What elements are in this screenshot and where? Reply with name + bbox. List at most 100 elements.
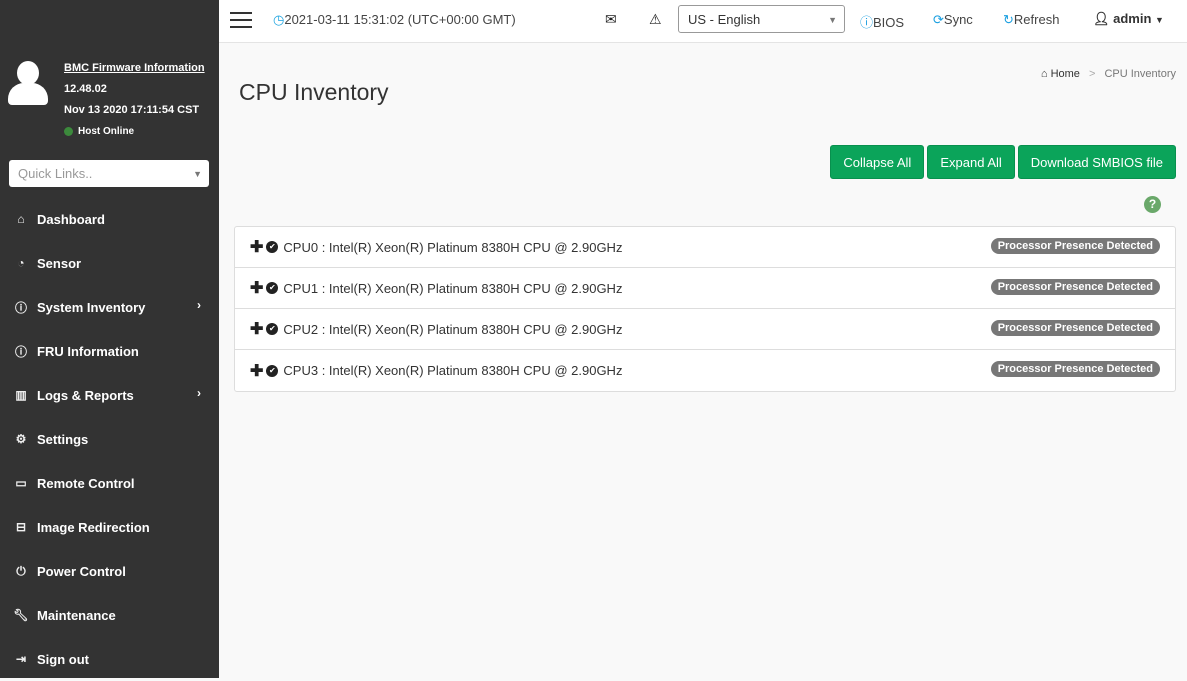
- status-badge: Processor Presence Detected: [990, 238, 1160, 254]
- sidebar-item-label: Sensor: [37, 255, 82, 271]
- breadcrumb-home-label: Home: [1050, 68, 1080, 80]
- status-badge: Processor Presence Detected: [990, 279, 1160, 295]
- cpu-label: CPU0 : Intel(R) Xeon(R) Platinum 8380H C…: [283, 239, 623, 255]
- status-badge: Processor Presence Detected: [990, 320, 1160, 336]
- sidebar-item-maintenance[interactable]: 🔧︎ Maintenance: [0, 593, 219, 637]
- user-avatar-icon: [8, 61, 48, 105]
- expand-plus-icon[interactable]: ✚: [250, 361, 263, 381]
- check-circle-icon: ✔: [266, 323, 279, 335]
- host-status-label: Host Online: [78, 126, 135, 137]
- host-status: Host Online: [64, 121, 205, 142]
- collapse-all-button[interactable]: Collapse All: [830, 145, 925, 179]
- cpu-list: ✚ ✔ CPU0 : Intel(R) Xeon(R) Platinum 8380H…: [234, 226, 1176, 392]
- expand-plus-icon[interactable]: ✚: [250, 278, 263, 298]
- cpu-row[interactable]: ✚ ✔ CPU0 : Intel(R) Xeon(R) Platinum 8380H…: [235, 227, 1175, 268]
- breadcrumb-separator: >: [1088, 68, 1096, 80]
- sidebar-item-label: Dashboard: [37, 211, 105, 227]
- bios-link[interactable]: ⓘBIOS: [860, 12, 904, 31]
- cpu-label: CPU3 : Intel(R) Xeon(R) Platinum 8380H C…: [283, 363, 623, 378]
- bar-chart-icon: ▥: [15, 388, 27, 402]
- sidebar-item-label: Power Control: [37, 563, 126, 579]
- breadcrumb-current: CPU Inventory: [1104, 68, 1176, 80]
- firmware-info-link[interactable]: BMC Firmware Information: [64, 62, 205, 74]
- refresh-link[interactable]: ↻Refresh: [1003, 12, 1059, 28]
- check-circle-icon: ✔: [266, 241, 279, 253]
- cpu-row[interactable]: ✚ ✔ CPU3 : Intel(R) Xeon(R) Platinum 8380H…: [235, 350, 1175, 391]
- firmware-version: 12.48.02: [64, 83, 107, 95]
- status-badge: Processor Presence Detected: [990, 361, 1160, 377]
- home-icon: ⌂: [1040, 68, 1051, 80]
- firmware-info: BMC Firmware Information 12.48.02 Nov 13…: [64, 58, 205, 142]
- sync-icon: ⟳: [933, 12, 944, 27]
- refresh-label: Refresh: [1013, 12, 1060, 27]
- sidebar-item-fru-information[interactable]: ⓘ FRU Information: [0, 329, 219, 373]
- sidebar-item-dashboard[interactable]: ⌂ Dashboard: [0, 197, 219, 241]
- sidebar-item-label: Logs & Reports: [37, 387, 134, 403]
- chevron-right-icon: ›: [197, 298, 201, 312]
- cpu-label: CPU1 : Intel(R) Xeon(R) Platinum 8380H C…: [283, 280, 623, 296]
- sidebar-item-system-inventory[interactable]: ⓘ System Inventory ›: [0, 285, 219, 329]
- user-name: admin: [1113, 11, 1152, 26]
- expand-all-button[interactable]: Expand All: [927, 145, 1015, 179]
- quick-links-placeholder: Quick Links..: [18, 166, 93, 181]
- language-select[interactable]: US - English ▼: [678, 5, 845, 33]
- sync-link[interactable]: ⟳Sync: [933, 12, 973, 28]
- user-menu[interactable]: 👤︎ admin ▼: [1093, 11, 1164, 27]
- warning-icon[interactable]: ⚠: [649, 11, 662, 28]
- cpu-label: CPU2 : Intel(R) Xeon(R) Platinum 8380H C…: [283, 321, 623, 337]
- page-title: CPU Inventory: [239, 79, 389, 105]
- check-circle-icon: ✔: [266, 364, 279, 377]
- clock-icon: ◷: [273, 12, 285, 27]
- power-icon: ⏻: [16, 563, 26, 578]
- home-icon: ⌂: [17, 212, 25, 226]
- quick-links-select[interactable]: Quick Links.. ▼: [9, 160, 209, 187]
- sidebar-item-label: System Inventory: [37, 299, 146, 315]
- sidebar-item-sign-out[interactable]: ⇥ Sign out: [0, 637, 219, 681]
- caret-down-icon: ▼: [193, 169, 202, 179]
- envelope-icon[interactable]: ✉: [605, 11, 617, 28]
- hamburger-menu-icon[interactable]: [230, 12, 252, 28]
- top-header: ◷2021-03-11 15:31:02 (UTC+00:00 GMT) ✉ ⚠…: [219, 0, 1187, 43]
- monitor-icon: ▭: [15, 476, 27, 490]
- sidebar-item-label: FRU Information: [37, 343, 139, 359]
- sidebar-item-sensor[interactable]: ◔ Sensor: [0, 241, 219, 285]
- info-icon: ⓘ: [14, 300, 27, 315]
- sign-out-icon: ⇥: [15, 652, 27, 666]
- sidebar: BMC Firmware Information 12.48.02 Nov 13…: [0, 0, 219, 678]
- language-value: US - English: [688, 12, 761, 27]
- datetime-text: 2021-03-11 15:31:02 (UTC+00:00 GMT): [284, 12, 516, 27]
- firmware-build-date: Nov 13 2020 17:11:54 CST: [64, 104, 200, 116]
- check-circle-icon: ✔: [266, 282, 279, 294]
- cpu-row[interactable]: ✚ ✔ CPU2 : Intel(R) Xeon(R) Platinum 8380H…: [235, 309, 1175, 350]
- sync-label: Sync: [943, 12, 973, 27]
- sidebar-item-label: Settings: [37, 431, 89, 447]
- sidebar-item-power-control[interactable]: ⏻ Power Control: [0, 549, 219, 593]
- download-smbios-button[interactable]: Download SMBIOS file: [1017, 145, 1176, 179]
- sidebar-item-label: Sign out: [37, 651, 89, 667]
- hard-drive-icon: ⊟: [15, 520, 27, 534]
- cpu-row[interactable]: ✚ ✔ CPU1 : Intel(R) Xeon(R) Platinum 8380H…: [235, 268, 1175, 309]
- dashboard-gauge-icon: ◔: [17, 256, 25, 270]
- breadcrumb-home[interactable]: ⌂ Home: [1041, 68, 1080, 80]
- sidebar-item-remote-control[interactable]: ▭ Remote Control: [0, 461, 219, 505]
- help-icon[interactable]: ?: [1144, 196, 1161, 213]
- sidebar-item-label: Remote Control: [37, 475, 135, 491]
- sidebar-item-image-redirection[interactable]: ⊟ Image Redirection: [0, 505, 219, 549]
- action-buttons: Collapse All Expand All Download SMBIOS …: [830, 145, 1176, 179]
- bios-label: BIOS: [873, 15, 905, 30]
- sidebar-item-label: Image Redirection: [37, 519, 150, 535]
- sidebar-nav: ⌂ Dashboard ◔ Sensor ⓘ System Inventory › ⓘ F…: [0, 197, 219, 681]
- user-icon: 👤︎: [1093, 11, 1114, 26]
- expand-plus-icon[interactable]: ✚: [250, 319, 263, 339]
- sidebar-item-logs-reports[interactable]: ▥ Logs & Reports ›: [0, 373, 219, 417]
- gear-icon: ⚙: [15, 432, 27, 446]
- info-icon: ⓘ: [860, 15, 874, 30]
- caret-down-icon: ▼: [828, 15, 837, 25]
- refresh-icon: ↻: [1003, 12, 1014, 27]
- sidebar-item-label: Maintenance: [37, 607, 116, 623]
- expand-plus-icon[interactable]: ✚: [250, 237, 263, 257]
- sidebar-item-settings[interactable]: ⚙ Settings: [0, 417, 219, 461]
- breadcrumb: ⌂ Home > CPU Inventory: [1041, 68, 1176, 80]
- datetime: ◷2021-03-11 15:31:02 (UTC+00:00 GMT): [273, 12, 516, 28]
- wrench-icon: 🔧︎: [13, 608, 29, 622]
